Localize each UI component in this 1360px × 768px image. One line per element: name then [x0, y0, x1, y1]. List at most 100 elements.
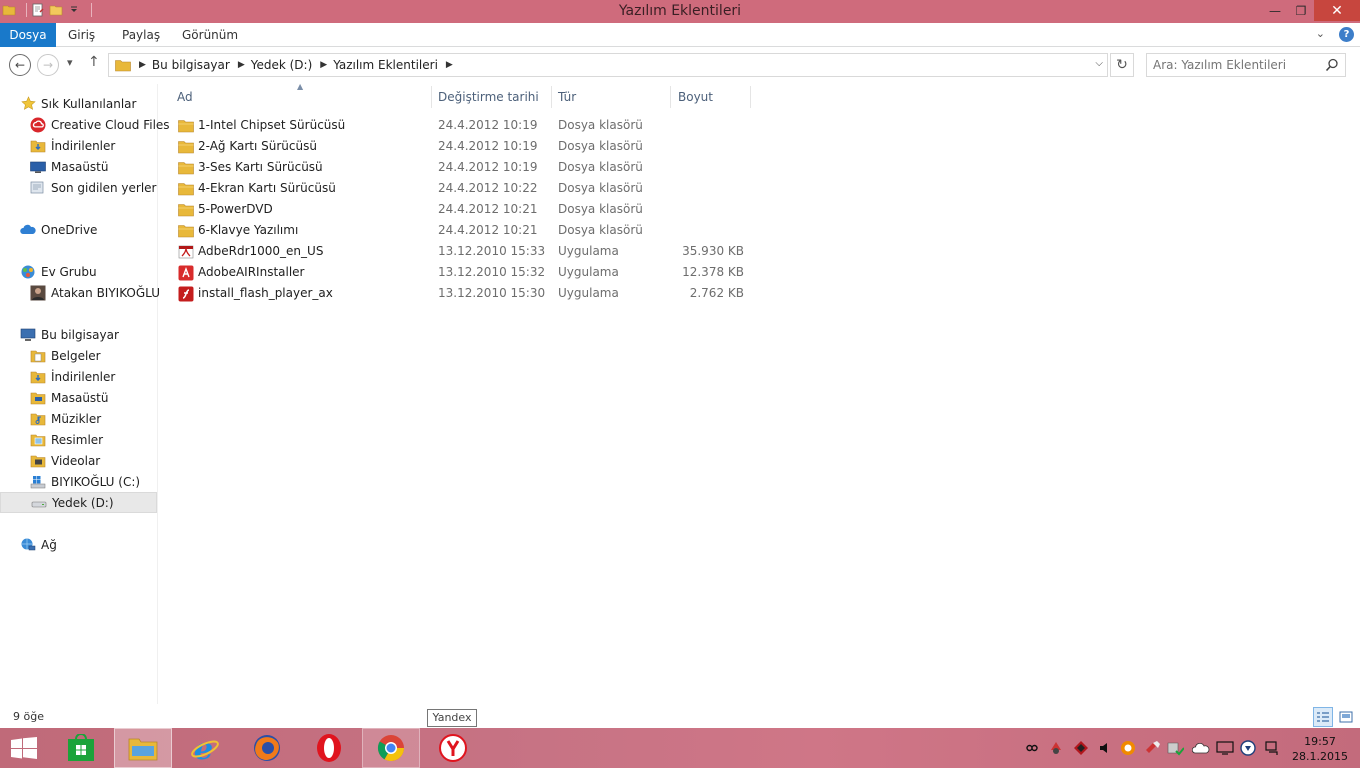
taskbar-opera-button[interactable]	[300, 728, 358, 768]
tray-tool-icon[interactable]	[1144, 740, 1162, 756]
breadcrumb-separator[interactable]: ▶	[446, 60, 453, 70]
creative-cloud-icon	[30, 117, 46, 133]
adobe-reader-icon	[178, 244, 194, 260]
file-name-cell[interactable]: 1-Intel Chipset Sürücüsü	[178, 115, 345, 136]
file-date: 24.4.2012 10:19	[438, 118, 538, 132]
tray-app-icon[interactable]	[1048, 740, 1064, 756]
file-name: 6-Klavye Yazılımı	[198, 223, 299, 237]
taskbar-yandex-button[interactable]	[424, 728, 482, 768]
taskbar-chrome-button[interactable]	[362, 728, 420, 768]
sidebar-item-downloads-pc[interactable]: İndirilenler	[0, 366, 157, 387]
refresh-button[interactable]: ↻	[1110, 53, 1134, 77]
table-row[interactable]: 3-Ses Kartı Sürücüsü 24.4.2012 10:19 Dosya…	[174, 157, 754, 178]
file-name-cell[interactable]: 2-Ağ Kartı Sürücüsü	[178, 136, 317, 157]
search-box[interactable]	[1146, 53, 1346, 77]
sidebar-item-user[interactable]: Atakan BIYIKOĞLU	[0, 282, 160, 303]
tab-home[interactable]: Giriş	[56, 23, 107, 47]
up-button[interactable]: ↑	[88, 54, 100, 70]
tray-avast-icon[interactable]	[1120, 740, 1136, 756]
column-divider[interactable]	[750, 86, 751, 108]
sidebar-item-pictures[interactable]: Resimler	[0, 429, 157, 450]
sidebar-item-creative-cloud[interactable]: Creative Cloud Files	[0, 114, 170, 135]
column-divider[interactable]	[431, 86, 432, 108]
expand-ribbon-icon[interactable]: ⌄	[1316, 27, 1325, 42]
breadcrumb-drive-d[interactable]: Yedek (D:)	[251, 58, 313, 72]
sidebar-item-desktop-pc[interactable]: Masaüstü	[0, 387, 157, 408]
tray-flag-icon[interactable]	[1264, 740, 1280, 756]
taskbar-internet-explorer-button[interactable]: e	[176, 728, 234, 768]
sidebar-item-recent-places[interactable]: Son gidilen yerler	[0, 177, 157, 198]
sidebar-item-documents[interactable]: Belgeler	[0, 345, 157, 366]
tab-view[interactable]: Görünüm	[170, 23, 250, 47]
search-icon[interactable]	[1325, 58, 1339, 72]
start-button[interactable]	[10, 737, 38, 762]
close-button[interactable]: ✕	[1314, 0, 1360, 21]
sidebar-item-label: Müzikler	[51, 411, 102, 426]
sidebar-item-music[interactable]: Müzikler	[0, 408, 157, 429]
file-name-cell[interactable]: 5-PowerDVD	[178, 199, 273, 220]
breadcrumb-this-pc[interactable]: Bu bilgisayar	[152, 58, 230, 72]
file-name-cell[interactable]: AdbeRdr1000_en_US	[178, 241, 323, 262]
file-name-cell[interactable]: install_flash_player_ax	[178, 283, 333, 304]
sidebar-item-downloads[interactable]: İndirilenler	[0, 135, 157, 156]
address-dropdown-button[interactable]: ⌵	[1095, 58, 1103, 69]
sidebar-item-desktop[interactable]: Masaüstü	[0, 156, 157, 177]
column-header-date[interactable]: Değiştirme tarihi	[438, 84, 550, 110]
sidebar-item-label: Bu bilgisayar	[41, 327, 119, 342]
tray-network-status-icon[interactable]	[1240, 740, 1256, 756]
tab-file[interactable]: Dosya	[0, 23, 56, 47]
minimize-button[interactable]: —	[1262, 0, 1288, 21]
sidebar-item-drive-c[interactable]: BIYIKOĞLU (C:)	[0, 471, 157, 492]
back-button[interactable]: ←	[9, 54, 31, 76]
tab-share[interactable]: Paylaş	[110, 23, 172, 47]
table-row[interactable]: 5-PowerDVD 24.4.2012 10:21 Dosya klasörü	[174, 199, 754, 220]
column-divider[interactable]	[551, 86, 552, 108]
breadcrumb-separator[interactable]: ▶	[238, 60, 245, 70]
details-view-button[interactable]	[1313, 707, 1333, 727]
clock[interactable]: 19:57 28.1.2015	[1292, 734, 1348, 764]
column-header-type[interactable]: Tür	[558, 84, 668, 110]
restore-button[interactable]: ❐	[1288, 0, 1314, 21]
table-row[interactable]: AdbeRdr1000_en_US 13.12.2010 15:33 Uygulam…	[174, 241, 754, 262]
tray-shield-icon[interactable]	[1072, 740, 1090, 756]
table-row[interactable]: install_flash_player_ax 13.12.2010 15:30 U…	[174, 283, 754, 304]
breadcrumb-current-folder[interactable]: Yazılım Eklentileri	[333, 58, 438, 72]
tray-infinity-icon[interactable]	[1024, 740, 1040, 756]
volume-icon[interactable]	[1098, 740, 1112, 756]
sidebar-item-videos[interactable]: Videolar	[0, 450, 157, 471]
table-row[interactable]: 2-Ağ Kartı Sürücüsü 24.4.2012 10:19 Dosya …	[174, 136, 754, 157]
tray-monitor-icon[interactable]	[1216, 740, 1234, 756]
search-input[interactable]	[1153, 54, 1323, 76]
sidebar-item-label: Yedek (D:)	[52, 495, 114, 510]
file-name-cell[interactable]: 4-Ekran Kartı Sürücüsü	[178, 178, 336, 199]
file-name-cell[interactable]: AdobeAIRInstaller	[178, 262, 304, 283]
taskbar-firefox-button[interactable]	[238, 728, 296, 768]
tray-sync-icon[interactable]	[1166, 740, 1184, 756]
onedrive-tray-icon[interactable]	[1192, 740, 1210, 756]
sidebar-item-network[interactable]: Ağ	[0, 534, 157, 555]
sidebar-item-favorites[interactable]: Sık Kullanılanlar	[0, 93, 157, 114]
large-icons-view-button[interactable]	[1336, 707, 1356, 727]
sidebar-item-this-pc[interactable]: Bu bilgisayar	[0, 324, 157, 345]
column-header-name[interactable]: Ad	[177, 84, 431, 110]
sidebar-item-onedrive[interactable]: OneDrive	[0, 219, 157, 240]
sidebar-item-label: Resimler	[51, 432, 104, 447]
sidebar-item-homegroup[interactable]: Ev Grubu	[0, 261, 157, 282]
sidebar-item-drive-d[interactable]: Yedek (D:)	[0, 492, 157, 513]
address-bar[interactable]: ▶ Bu bilgisayar ▶ Yedek (D:) ▶ Yazılım E…	[108, 53, 1108, 77]
table-row[interactable]: 1-Intel Chipset Sürücüsü 24.4.2012 10:19 D…	[174, 115, 754, 136]
sidebar-item-label: İndirilenler	[51, 369, 116, 384]
column-divider[interactable]	[670, 86, 671, 108]
column-header-size[interactable]: Boyut	[678, 84, 750, 110]
help-icon[interactable]: ?	[1339, 27, 1354, 42]
taskbar-store-button[interactable]	[52, 728, 110, 768]
table-row[interactable]: 6-Klavye Yazılımı 24.4.2012 10:21 Dosya kl…	[174, 220, 754, 241]
file-name-cell[interactable]: 3-Ses Kartı Sürücüsü	[178, 157, 323, 178]
taskbar-file-explorer-button[interactable]	[114, 728, 172, 768]
table-row[interactable]: 4-Ekran Kartı Sürücüsü 24.4.2012 10:22 Dos…	[174, 178, 754, 199]
forward-button[interactable]: →	[37, 54, 59, 76]
table-row[interactable]: AdobeAIRInstaller 13.12.2010 15:32 Uygulam…	[174, 262, 754, 283]
recent-locations-button[interactable]: ▾	[67, 56, 73, 69]
file-name-cell[interactable]: 6-Klavye Yazılımı	[178, 220, 298, 241]
breadcrumb-separator[interactable]: ▶	[320, 60, 327, 70]
